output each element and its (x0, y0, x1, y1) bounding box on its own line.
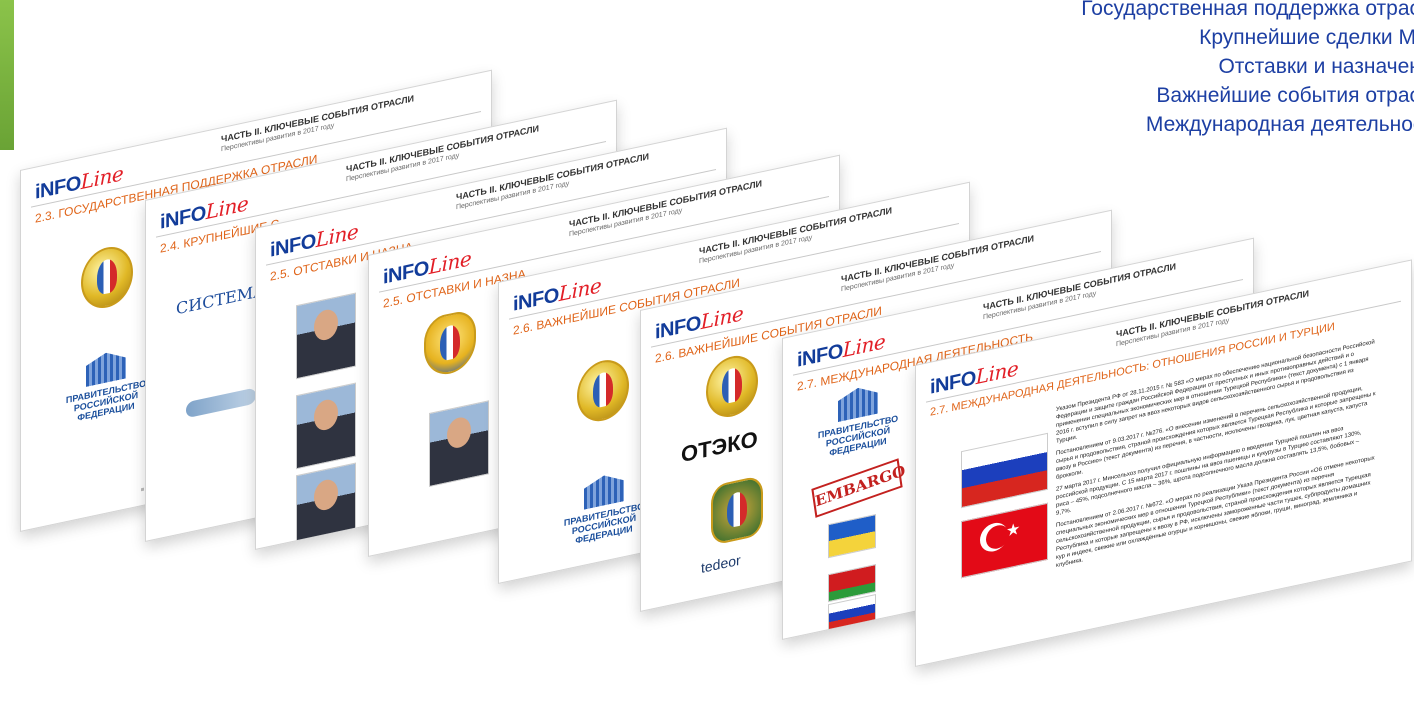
person-photo (296, 292, 356, 380)
turkey-flag-icon: ★ (961, 502, 1048, 579)
agriculture-emblem-icon (706, 350, 758, 422)
agriculture-emblem-icon (81, 241, 133, 314)
government-logo: ПРАВИТЕЛЬСТВО РОССИЙСКОЙ ФЕДЕРАЦИИ (61, 343, 151, 426)
crescent-icon (980, 520, 1008, 555)
building-icon (86, 348, 126, 387)
building-icon (584, 471, 624, 510)
wheat-emblem-icon (424, 308, 476, 380)
brand-script-logo (186, 387, 256, 419)
government-logo: ПРАВИТЕЛЬСТВО РОССИЙСКОЙ ФЕДЕРАЦИИ (813, 378, 903, 461)
part-title: ЧАСТЬ II. КЛЮЧЕВЫЕ СОБЫТИЯ ОТРАСЛИ (221, 93, 414, 145)
slides-stack: iNFOLine ЧАСТЬ II. КЛЮЧЕВЫЕ СОБЫТИЯ ОТРА… (0, 0, 1414, 713)
person-photo (296, 382, 356, 470)
tedeor-logo: tedeor (701, 551, 741, 577)
oteko-logo: ОТЭКО (681, 425, 758, 468)
person-photo (429, 400, 489, 488)
building-icon (838, 384, 878, 423)
agriculture-emblem-icon (577, 355, 629, 427)
coat-of-arms-icon (711, 474, 763, 546)
sistema-logo: СИСТЕМА (176, 280, 266, 319)
star-icon: ★ (1006, 520, 1021, 541)
government-logo: ПРАВИТЕЛЬСТВО РОССИЙСКОЙ ФЕДЕРАЦИИ (559, 466, 649, 549)
person-photo (296, 462, 356, 550)
russia-flag-icon (961, 432, 1048, 509)
ukraine-flag-icon (828, 514, 876, 559)
embargo-stamp: EMBARGO (811, 458, 906, 518)
